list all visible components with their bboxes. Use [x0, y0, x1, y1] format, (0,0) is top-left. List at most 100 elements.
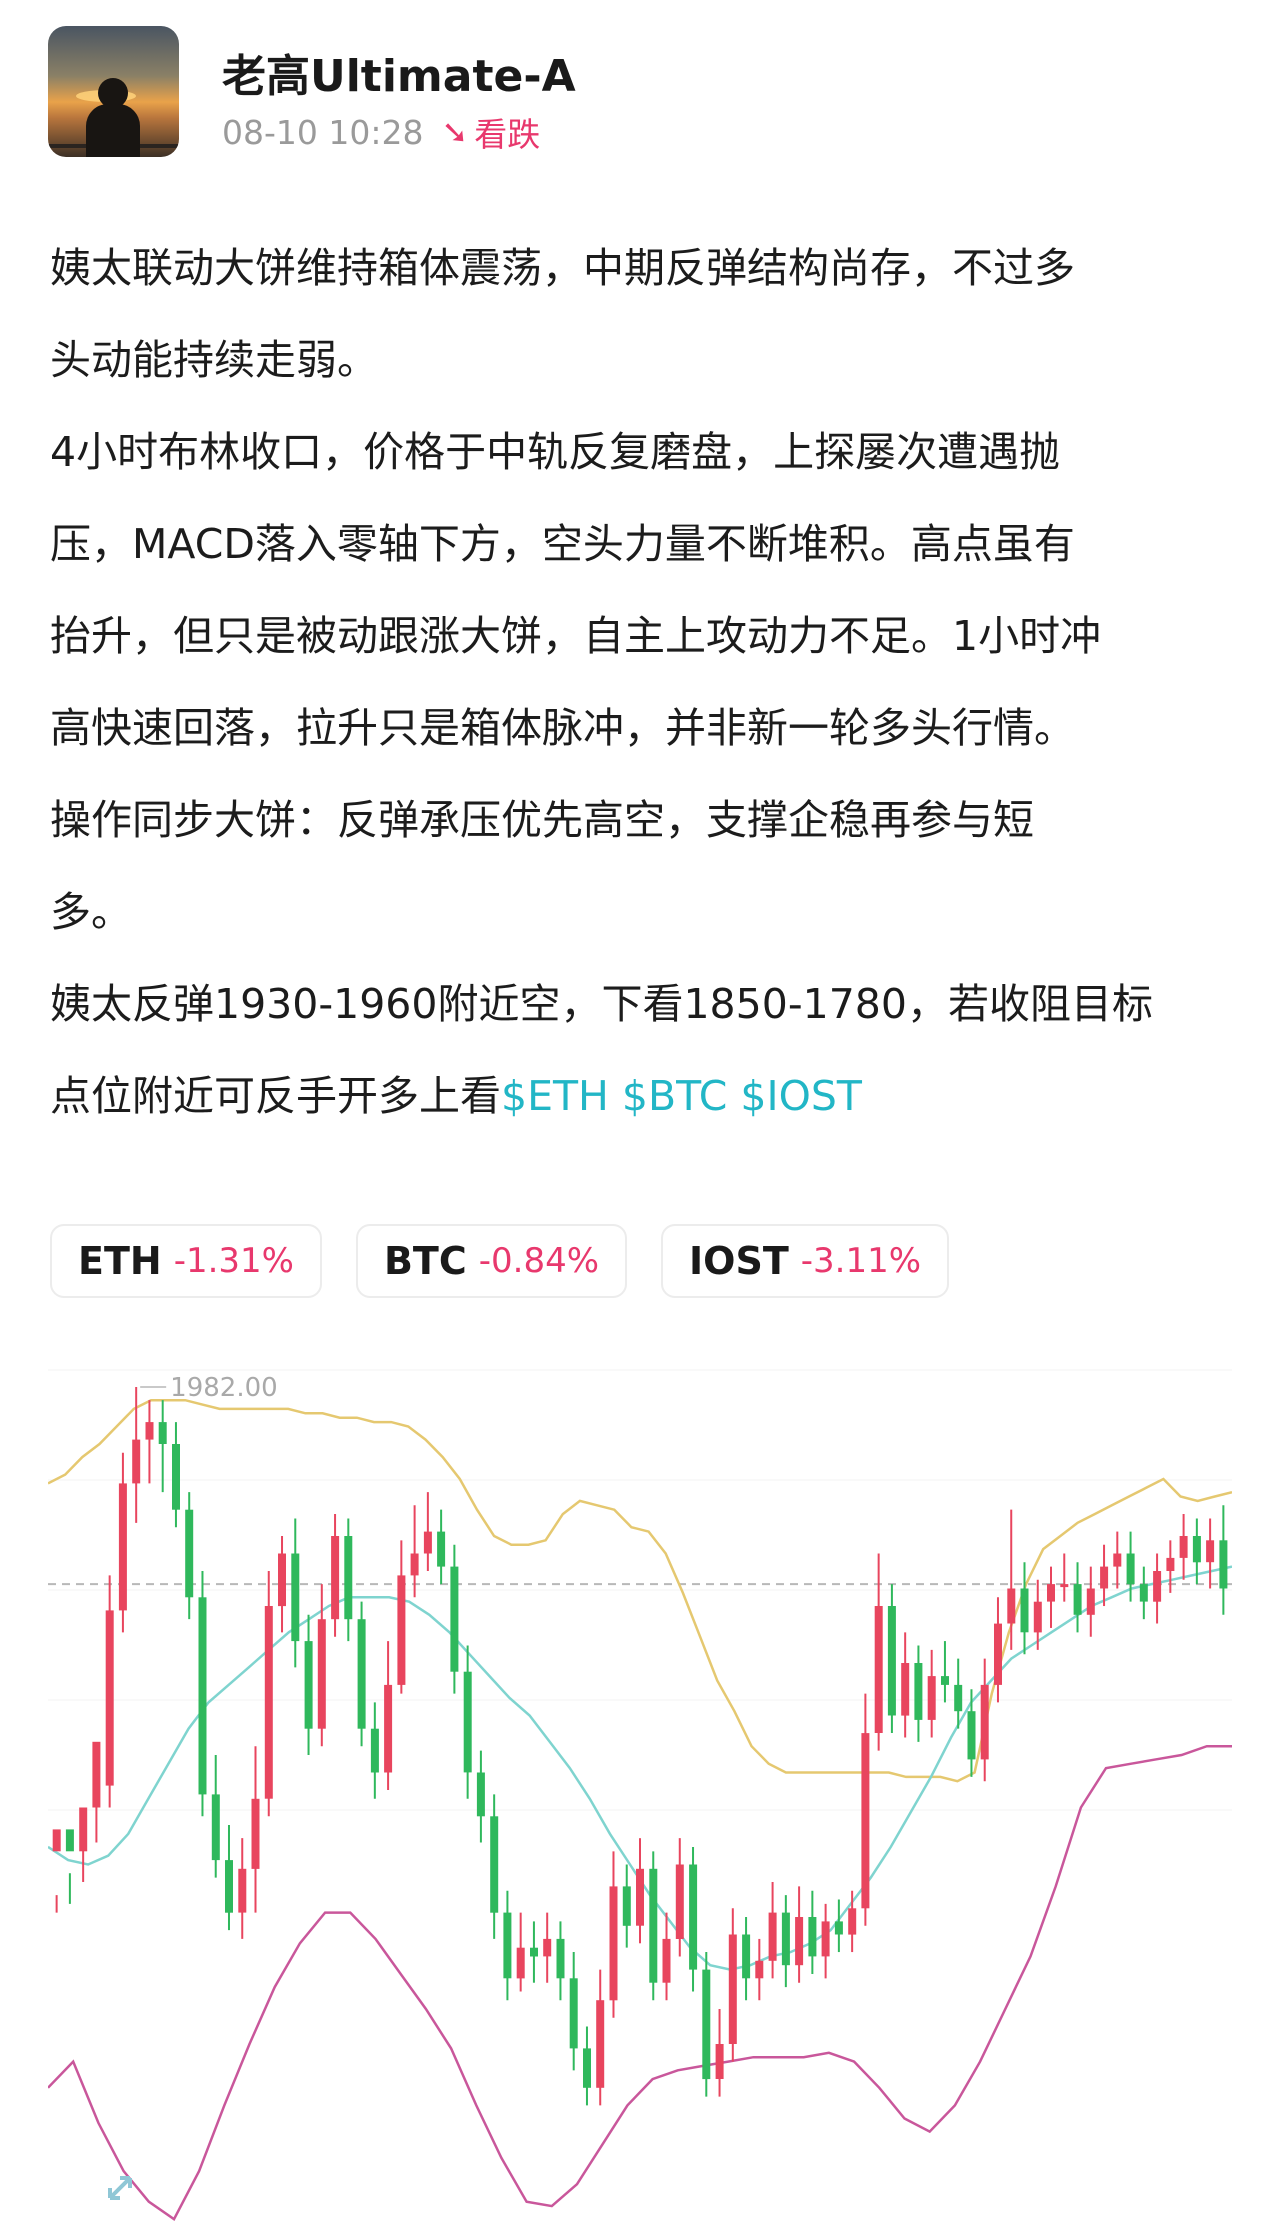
candle-body [781, 1912, 790, 1966]
candle-body [914, 1663, 923, 1720]
candlestick-chart[interactable]: 1982.00 [48, 1330, 1232, 2228]
candle-body [211, 1794, 220, 1861]
candle-body [927, 1676, 936, 1720]
candle-body [344, 1536, 353, 1620]
candle-body [901, 1663, 910, 1716]
post-datetime: 08-10 10:28 [222, 112, 424, 152]
avatar[interactable] [48, 26, 179, 157]
candle-body [649, 1868, 658, 1983]
post-paragraph: 姨太联动大饼维持箱体震荡，中期反弹结构尚存，不过多 头动能持续走弱。 [50, 244, 1075, 384]
post-body: 姨太联动大饼维持箱体震荡，中期反弹结构尚存，不过多 头动能持续走弱。 4小时布林… [50, 222, 1235, 1142]
candle-body [1020, 1588, 1029, 1633]
sentiment-label: 看跌 [474, 115, 541, 154]
ticker-change: -3.11% [800, 1241, 922, 1281]
candle-body [689, 1864, 698, 1970]
candle-body [145, 1422, 154, 1440]
ticker-symbol: IOST [689, 1239, 789, 1283]
candle-body [65, 1829, 74, 1852]
candle-body [755, 1960, 764, 1979]
expand-icon-path [108, 2176, 132, 2200]
candle-body [848, 1908, 857, 1935]
candle-body [1047, 1584, 1055, 1602]
candle-body [808, 1917, 817, 1957]
candle-body [516, 1947, 525, 1979]
candle-body [476, 1772, 485, 1817]
candle-body [397, 1575, 406, 1685]
candle-body [636, 1868, 644, 1926]
candle-body [702, 1969, 711, 2080]
candle-body [1153, 1571, 1162, 1602]
candle-body [132, 1439, 141, 1484]
candle-body [503, 1912, 512, 1979]
candle-body [530, 1947, 538, 1957]
candle-body [1086, 1588, 1095, 1615]
candle-body [887, 1606, 896, 1716]
candle-body [198, 1597, 207, 1795]
candle-body [596, 2000, 605, 2088]
expand-icon[interactable] [108, 2176, 132, 2200]
candle-body [675, 1864, 684, 1939]
high-price-label: 1982.00 [170, 1373, 278, 1403]
candle-body [954, 1684, 963, 1712]
candle-body [423, 1531, 432, 1554]
candle-body [1007, 1588, 1016, 1624]
candle-body [556, 1938, 565, 1979]
author-name[interactable]: 老高Ultimate-A [222, 40, 576, 104]
candle-body [450, 1566, 459, 1672]
candle-body [1060, 1584, 1069, 1588]
candle-body [1113, 1553, 1122, 1567]
ticker-symbol: ETH [78, 1239, 162, 1283]
candle-body [304, 1641, 313, 1729]
candle-body [834, 1921, 843, 1935]
candle-body [1033, 1601, 1042, 1633]
candle-body [715, 2044, 724, 2079]
candle-body [994, 1623, 1002, 1685]
candle-body [1073, 1584, 1082, 1615]
coin-tags[interactable]: $ETH $BTC $IOST [501, 1072, 862, 1120]
candle-body [728, 1934, 737, 2044]
candle-body [264, 1606, 273, 1799]
candle-body [437, 1531, 446, 1567]
candle-body [941, 1676, 949, 1685]
candle-body [384, 1684, 393, 1773]
candle-body [662, 1938, 671, 1983]
bollinger-lower-line [48, 1744, 1232, 2222]
ticker-chip-iost[interactable]: IOST -3.11% [661, 1224, 950, 1298]
candle-body [1100, 1566, 1109, 1589]
candle-body [105, 1610, 114, 1786]
candle-body [967, 1711, 976, 1760]
candle-body [821, 1921, 830, 1957]
candle-body [622, 1886, 631, 1926]
candle-body [1219, 1540, 1228, 1589]
ticker-change: -1.31% [173, 1241, 294, 1281]
ticker-chip-eth[interactable]: ETH -1.31% [50, 1224, 322, 1298]
candle-body [92, 1741, 101, 1808]
candle-body [1126, 1553, 1135, 1585]
candle-body [278, 1553, 286, 1607]
candle-body [1166, 1557, 1175, 1571]
candle-body [225, 1860, 233, 1913]
candle-body [79, 1807, 88, 1852]
ticker-symbol: BTC [383, 1239, 467, 1283]
candle-body [874, 1606, 883, 1733]
candle-body [742, 1934, 751, 1979]
post-meta: 08-10 10:28 ➘ 看跌 [222, 108, 540, 156]
candle-body [583, 2048, 591, 2088]
candle-body [52, 1829, 61, 1852]
candle-body [251, 1798, 260, 1869]
candle-body [795, 1917, 804, 1966]
candle-body [185, 1509, 194, 1598]
candle-body [1192, 1536, 1201, 1563]
candle-body [609, 1886, 618, 2001]
candle-body [1206, 1540, 1215, 1563]
post-paragraph: 4小时布林收口，价格于中轨反复磨盘，上探屡次遭遇抛 压，MACD落入零轴下方，空… [50, 428, 1102, 936]
candle-body [357, 1619, 366, 1729]
post-paragraph-last: 姨太反弹1930-1960附近空，下看1850-1780，若收阻目标 点位附近可… [50, 958, 1235, 1142]
candle-body [158, 1422, 167, 1444]
candle-body [569, 1978, 578, 2049]
candle-body [238, 1868, 247, 1913]
candle-body [543, 1938, 552, 1957]
ticker-chip-btc[interactable]: BTC -0.84% [355, 1224, 628, 1298]
candle-body [861, 1733, 870, 1909]
candle-body [490, 1816, 499, 1913]
